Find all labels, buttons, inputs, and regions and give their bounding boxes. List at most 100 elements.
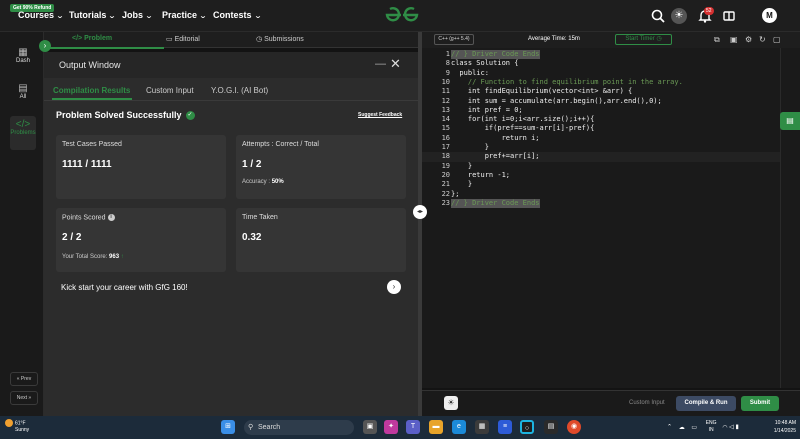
- cloud-icon[interactable]: ☁: [679, 425, 685, 431]
- line-code: int pref = 0;: [451, 105, 523, 114]
- windows-start-icon[interactable]: ⊞: [221, 420, 235, 434]
- volume-icon[interactable]: ◁: [729, 425, 734, 431]
- editor-toolbar: [422, 32, 800, 48]
- clock[interactable]: 10:48 AM 1/14/2025: [760, 419, 796, 435]
- copilot-icon[interactable]: ✦: [384, 420, 398, 434]
- chrome-icon[interactable]: ◉: [567, 420, 581, 434]
- region-code: IN: [708, 427, 714, 433]
- tab-label: Submissions: [264, 36, 304, 43]
- nav-jobs[interactable]: Jobs ⌄: [122, 10, 153, 20]
- fullscreen-icon[interactable]: ▢: [773, 35, 781, 44]
- suggest-feedback-link[interactable]: Suggest Feedback: [358, 112, 402, 118]
- prev-button[interactable]: « Prev: [10, 372, 38, 386]
- app-icon[interactable]: ○: [520, 420, 534, 434]
- divider: [44, 100, 418, 101]
- minimize-icon[interactable]: —: [375, 58, 386, 70]
- vscode-icon[interactable]: ≡: [498, 420, 512, 434]
- apps-icon[interactable]: [721, 8, 737, 24]
- settings-icon[interactable]: ⚙: [745, 35, 752, 44]
- tab-editorial[interactable]: ▭ Editorial: [166, 35, 200, 43]
- code-line: 16 return i;: [422, 134, 780, 143]
- line-number: 17: [441, 143, 450, 151]
- line-code: // Function to find equilibrium point in…: [451, 77, 683, 86]
- line-code: int findEquilibrium(vector<int> &arr) {: [451, 87, 633, 96]
- search-icon[interactable]: [650, 8, 666, 24]
- temperature: 61°F: [15, 420, 26, 427]
- tab-submissions[interactable]: ◷ Submissions: [256, 35, 304, 43]
- card-value: 2 / 2: [62, 232, 82, 243]
- line-code: class Solution {: [451, 59, 519, 68]
- compile-run-button[interactable]: Compile & Run: [676, 396, 736, 411]
- nav-label: Jobs: [122, 10, 144, 20]
- chevron-right-icon[interactable]: ›: [387, 280, 401, 294]
- avatar[interactable]: M: [762, 8, 777, 23]
- points-card: Points Scored i 2 / 2 Your Total Score: …: [56, 208, 226, 272]
- teams-icon[interactable]: T: [406, 420, 420, 434]
- sun-icon[interactable]: ☀: [444, 396, 458, 410]
- code-line: 20 return -1;: [422, 171, 780, 180]
- total-score-label: Your Total Score:: [62, 254, 108, 260]
- next-button[interactable]: Next »: [10, 391, 38, 405]
- average-time: Average Time: 15m: [528, 36, 580, 42]
- chevron-up-icon[interactable]: ⌃: [667, 425, 672, 431]
- start-timer-button[interactable]: Start Timer ◷: [615, 34, 672, 45]
- language-select[interactable]: C++ (g++ 5.4): [434, 34, 474, 45]
- submit-button[interactable]: Submit: [741, 396, 779, 411]
- code-line: 11 int findEquilibrium(vector<int> &arr)…: [422, 87, 780, 96]
- line-code: int sum = accumulate(arr.begin(),arr.end…: [451, 96, 662, 105]
- chat-icon[interactable]: ▤: [780, 112, 800, 130]
- notification-count-badge: 52: [704, 7, 714, 15]
- sidebar-item-dash[interactable]: ▦ Dash: [10, 44, 36, 74]
- info-icon[interactable]: i: [107, 214, 115, 221]
- sidebar-item-label: Problems: [10, 130, 36, 136]
- close-icon[interactable]: ✕: [390, 56, 401, 72]
- code-line: 9 public:: [422, 69, 780, 78]
- card-value: 0.32: [242, 232, 262, 243]
- system-tray[interactable]: ⌃ ☁ ▭ ENG IN ◠ ◁ ▮: [667, 420, 739, 434]
- custom-input-button[interactable]: Custom Input: [629, 400, 665, 406]
- battery-icon[interactable]: ▮: [735, 425, 738, 431]
- edge-icon[interactable]: e: [452, 420, 466, 434]
- task-view-icon[interactable]: ▣: [363, 420, 377, 434]
- sun-icon: [5, 419, 13, 427]
- card-value: 1111 / 1111: [62, 159, 112, 170]
- line-number: 16: [441, 133, 450, 142]
- tab-problem[interactable]: </> Problem: [72, 35, 112, 42]
- tab-compilation-results[interactable]: Compilation Results: [53, 86, 130, 95]
- nav-courses[interactable]: Courses ⌄: [18, 10, 64, 20]
- wifi-icon[interactable]: ◠: [722, 425, 727, 431]
- code-editor[interactable]: 1// } Driver Code Ends 8 class Solution {…: [422, 48, 780, 388]
- clock-icon: ◷: [656, 36, 662, 42]
- start-timer-label: Start Timer: [625, 36, 655, 42]
- code-line: 21 }: [422, 180, 780, 189]
- file-icon[interactable]: ▣: [730, 35, 738, 44]
- right-rail: [780, 48, 800, 388]
- nav-contests[interactable]: Contests ⌄: [213, 10, 262, 20]
- printer-icon[interactable]: ▭: [691, 425, 697, 431]
- tab-custom-input[interactable]: Custom Input: [146, 86, 194, 95]
- gfg-logo-icon[interactable]: [384, 6, 420, 24]
- accuracy-label: Accuracy :: [242, 179, 271, 185]
- file-explorer-icon[interactable]: ▬: [429, 420, 443, 434]
- chevron-down-icon: ⌄: [108, 13, 117, 20]
- refresh-icon[interactable]: ↻: [759, 35, 766, 44]
- sidebar-item-all[interactable]: ▤ All: [10, 80, 36, 110]
- resize-handle-icon[interactable]: ◂▸: [413, 205, 427, 219]
- theme-toggle-icon[interactable]: ☀: [671, 8, 687, 24]
- line-number: 20: [441, 170, 450, 179]
- copy-icon[interactable]: ⧉: [714, 35, 720, 45]
- nav-practice[interactable]: Practice ⌄: [162, 10, 207, 20]
- terminal-icon[interactable]: ▤: [544, 420, 558, 434]
- language-indicator[interactable]: ENG IN: [706, 420, 717, 434]
- status-message: Problem Solved Successfully ✓: [56, 110, 195, 121]
- taskbar-search[interactable]: ⚲ Search: [244, 420, 354, 435]
- nav-tutorials[interactable]: Tutorials ⌄: [69, 10, 117, 20]
- weather-widget[interactable]: 61°F Sunny: [5, 419, 29, 434]
- line-code: }: [451, 143, 489, 151]
- sidebar-item-problems[interactable]: </> Problems: [10, 116, 36, 150]
- tab-yogi-ai-bot[interactable]: Y.O.G.I. (AI Bot): [211, 86, 268, 95]
- code-line: 22};: [422, 190, 780, 199]
- chevron-down-icon: ⌄: [253, 13, 262, 20]
- store-icon[interactable]: ▦: [475, 420, 489, 434]
- chevron-right-icon[interactable]: ›: [39, 40, 51, 52]
